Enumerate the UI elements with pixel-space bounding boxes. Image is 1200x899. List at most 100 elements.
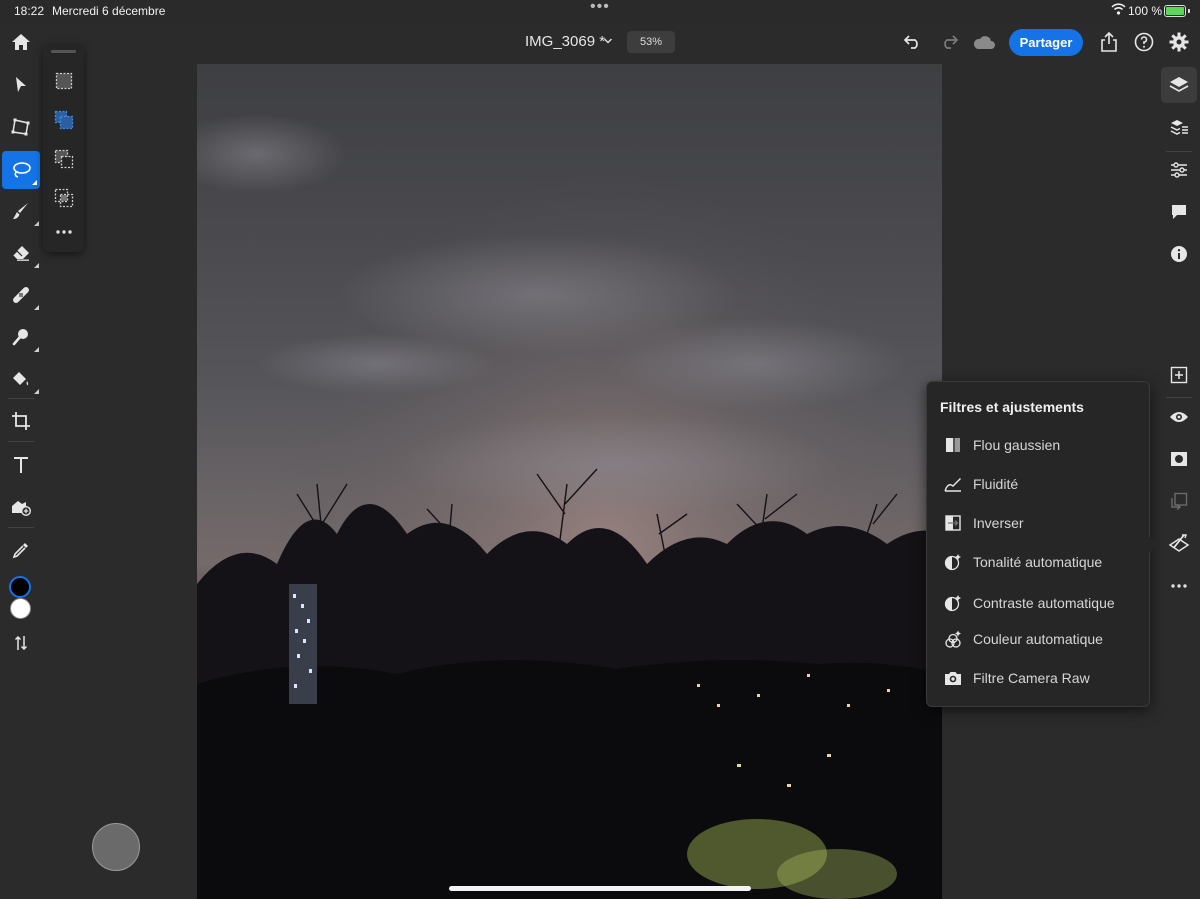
tool-corner-indicator [32, 180, 37, 185]
auto-color-icon [943, 629, 963, 649]
menu-item-auto-color[interactable]: Couleur automatique [927, 628, 1149, 650]
touch-shortcut-button[interactable] [92, 823, 140, 871]
menu-item-label: Tonalité automatique [973, 553, 1103, 570]
toolbar-divider [8, 527, 34, 528]
swap-arrows-icon [14, 635, 28, 651]
multitasking-dots-icon[interactable]: ••• [590, 0, 610, 16]
gaussian-blur-icon [943, 435, 963, 455]
lasso-icon [13, 162, 31, 178]
menu-item-label: Filtre Camera Raw [973, 669, 1090, 686]
more-icon[interactable] [1161, 568, 1197, 604]
panel-pointer [1148, 536, 1157, 554]
new-selection-icon[interactable] [51, 69, 77, 93]
place-image-tool[interactable] [0, 488, 42, 526]
bandage-icon [13, 287, 29, 303]
fill-tool[interactable] [0, 360, 42, 398]
foreground-color-swatch[interactable] [9, 576, 31, 598]
tool-corner-indicator [34, 389, 39, 394]
wifi-icon [1111, 3, 1126, 15]
type-tool[interactable] [0, 446, 42, 484]
toolbar-divider [8, 441, 34, 442]
left-toolbar [0, 64, 42, 899]
background-color-swatch[interactable] [10, 598, 31, 619]
transform-icon [11, 118, 30, 136]
selection-mode-flyout [43, 45, 84, 252]
zoom-level[interactable]: 53% [627, 31, 675, 53]
subtract-selection-icon[interactable] [51, 147, 77, 171]
menu-item-auto-tone[interactable]: Tonalité automatique [927, 551, 1149, 573]
clip-icon[interactable] [1161, 483, 1197, 519]
text-icon [14, 457, 28, 473]
intersect-selection-icon[interactable] [51, 186, 77, 210]
clone-tool[interactable] [0, 318, 42, 356]
menu-item-auto-contrast[interactable]: Contraste automatique [927, 583, 1149, 623]
battery-cap [1188, 9, 1190, 13]
filters-adjustments-panel: Filtres et ajustements Flou gaussien Flu… [926, 381, 1150, 707]
eraser-tool[interactable] [0, 234, 42, 272]
select-tool[interactable] [0, 66, 42, 104]
export-icon[interactable] [1097, 30, 1121, 54]
status-bar: 18:22 Mercredi 6 décembre ••• 100 % [0, 0, 1200, 22]
settings-gear-icon[interactable] [1167, 30, 1191, 54]
menu-item-label: Inverser [973, 514, 1024, 531]
camera-raw-icon [943, 668, 963, 688]
toolbar-divider [1166, 397, 1192, 398]
brush-tool[interactable] [0, 192, 42, 230]
crop-tool[interactable] [0, 402, 42, 440]
visibility-icon[interactable] [1161, 399, 1197, 435]
right-toolbar [1158, 64, 1200, 899]
lasso-tool[interactable] [2, 151, 40, 189]
tool-corner-indicator [34, 305, 39, 310]
menu-item-liquify[interactable]: Fluidité [927, 473, 1149, 495]
auto-tone-icon [943, 552, 963, 572]
tool-corner-indicator [34, 347, 39, 352]
eyedropper-tool[interactable] [0, 531, 42, 569]
healing-tool[interactable] [0, 276, 42, 314]
flyout-handle[interactable] [51, 50, 76, 53]
layer-properties-icon[interactable] [1161, 109, 1197, 145]
menu-item-label: Fluidité [973, 475, 1019, 492]
menu-item-label: Flou gaussien [973, 436, 1061, 453]
paint-bucket-icon [13, 372, 29, 386]
help-icon[interactable] [1132, 30, 1156, 54]
eyedropper-icon [12, 543, 28, 559]
adjustments-icon[interactable] [1161, 152, 1197, 188]
swap-colors-button[interactable] [0, 624, 42, 662]
transform-tool[interactable] [0, 108, 42, 146]
document-canvas[interactable] [197, 64, 942, 899]
more-icon[interactable] [51, 221, 77, 243]
comments-icon[interactable] [1161, 194, 1197, 230]
share-button[interactable]: Partager [1009, 29, 1083, 56]
status-time: 18:22 [14, 4, 45, 18]
brush-icon [13, 203, 28, 219]
clone-stamp-icon [12, 329, 28, 346]
menu-item-gaussian-blur[interactable]: Flou gaussien [927, 434, 1149, 456]
zoom-level-text: 53% [639, 36, 663, 48]
photo-night-sky-trees [197, 64, 942, 899]
add-layer-icon[interactable] [1161, 357, 1197, 393]
undo-icon[interactable] [901, 31, 925, 53]
battery-percent: 100 % [1128, 4, 1163, 18]
menu-item-camera-raw[interactable]: Filtre Camera Raw [927, 667, 1149, 689]
document-title[interactable]: IMG_3069 * [525, 33, 605, 50]
filters-icon[interactable] [1161, 525, 1197, 561]
add-selection-icon[interactable] [51, 108, 77, 132]
liquify-icon [943, 474, 963, 494]
crop-icon [12, 412, 30, 430]
status-date: Mercredi 6 décembre [52, 4, 166, 18]
cloud-icon[interactable] [970, 31, 998, 53]
info-icon[interactable] [1161, 236, 1197, 272]
invert-icon [943, 513, 963, 533]
menu-item-invert[interactable]: Inverser [927, 512, 1149, 534]
image-icon [12, 501, 31, 516]
chevron-down-icon[interactable] [603, 35, 613, 47]
mask-icon[interactable] [1161, 441, 1197, 477]
home-indicator[interactable] [449, 886, 751, 891]
eraser-icon [12, 246, 29, 261]
toolbar-divider [8, 398, 34, 399]
layers-icon[interactable] [1161, 67, 1197, 103]
redo-icon[interactable] [937, 31, 961, 53]
tool-corner-indicator [34, 221, 39, 226]
home-icon[interactable] [8, 30, 34, 54]
panel-title: Filtres et ajustements [940, 399, 1084, 415]
